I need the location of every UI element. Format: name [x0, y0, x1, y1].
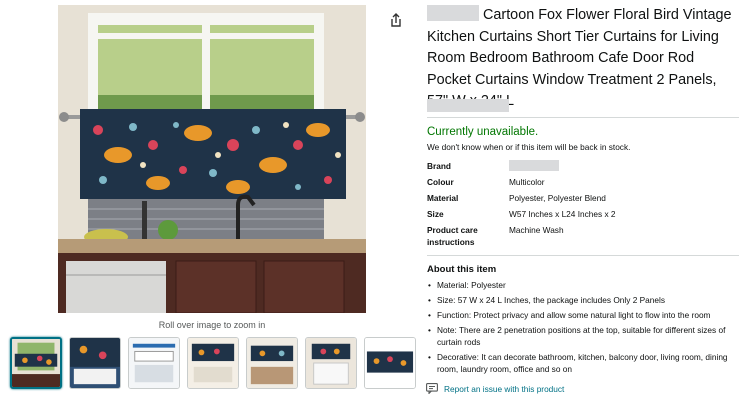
- curtain-photo: [58, 5, 366, 313]
- thumbnail-7[interactable]: [364, 337, 416, 389]
- report-issue-label[interactable]: Report an issue with this product: [444, 384, 564, 394]
- list-item: Size: 57 W x 24 L Inches, the package in…: [428, 294, 740, 306]
- about-bullets: Material: Polyester Size: 57 W x 24 L In…: [428, 279, 740, 378]
- thumbnail-3[interactable]: [128, 337, 180, 389]
- report-issue-link[interactable]: Report an issue with this product: [426, 383, 564, 394]
- list-item: Decorative: It can decorate bathroom, ki…: [428, 351, 740, 375]
- spec-label: Material: [427, 193, 459, 203]
- spec-row-colour: Colour Multicolor: [427, 176, 739, 188]
- thumbnail-2[interactable]: [69, 337, 121, 389]
- spec-value: Multicolor: [509, 177, 545, 187]
- spec-label: Size: [427, 209, 444, 219]
- thumbnail-strip: [10, 337, 416, 389]
- title-line-4: Pocket Curtains Window Treatment 2 Panel…: [427, 71, 717, 88]
- thumbnail-4[interactable]: [187, 337, 239, 389]
- feedback-icon: [426, 383, 438, 394]
- spec-row-material: Material Polyester, Polyester Blend: [427, 192, 739, 204]
- title-line-1: Cartoon Fox Flower Floral Bird Vintage: [427, 5, 739, 27]
- product-title: Cartoon Fox Flower Floral Bird Vintage K…: [427, 5, 739, 113]
- divider: [427, 117, 739, 118]
- spec-row-care: Product care instructions Machine Wash: [427, 224, 739, 248]
- spec-label: Brand: [427, 161, 451, 171]
- thumbnail-6[interactable]: [305, 337, 357, 389]
- availability-status: Currently unavailable.: [427, 126, 539, 138]
- list-item: Material: Polyester: [428, 279, 740, 291]
- list-item: Function: Protect privacy and allow some…: [428, 309, 740, 321]
- spec-value: [509, 160, 559, 174]
- spec-row-brand: Brand: [427, 160, 739, 174]
- spec-value: Machine Wash: [509, 225, 564, 235]
- title-line-3: Room Bedroom Bathroom Cafe Door Rod: [427, 50, 695, 66]
- thumbnail-5[interactable]: [246, 337, 298, 389]
- brand-redaction: [509, 160, 559, 171]
- spec-value: W57 Inches x L24 Inches x 2: [509, 209, 616, 219]
- list-item: Note: There are 2 penetration positions …: [428, 324, 740, 348]
- spec-row-size: Size W57 Inches x L24 Inches x 2: [427, 208, 739, 220]
- about-heading: About this item: [427, 264, 497, 275]
- divider: [427, 255, 739, 256]
- main-product-image[interactable]: [58, 5, 366, 313]
- availability-note: We don't know when or if this item will …: [427, 142, 631, 152]
- thumbnail-1[interactable]: [10, 337, 62, 389]
- spec-label: Colour: [427, 177, 454, 187]
- redacted-store-link: [427, 99, 509, 112]
- zoom-hint: Roll over image to zoom in: [158, 320, 266, 330]
- spec-label: Product care instructions: [427, 225, 478, 247]
- brand-redaction: [427, 5, 479, 21]
- title-line-2: Kitchen Curtains Short Tier Curtains for…: [427, 28, 719, 45]
- share-icon[interactable]: [388, 12, 404, 28]
- spec-value: Polyester, Polyester Blend: [509, 193, 606, 203]
